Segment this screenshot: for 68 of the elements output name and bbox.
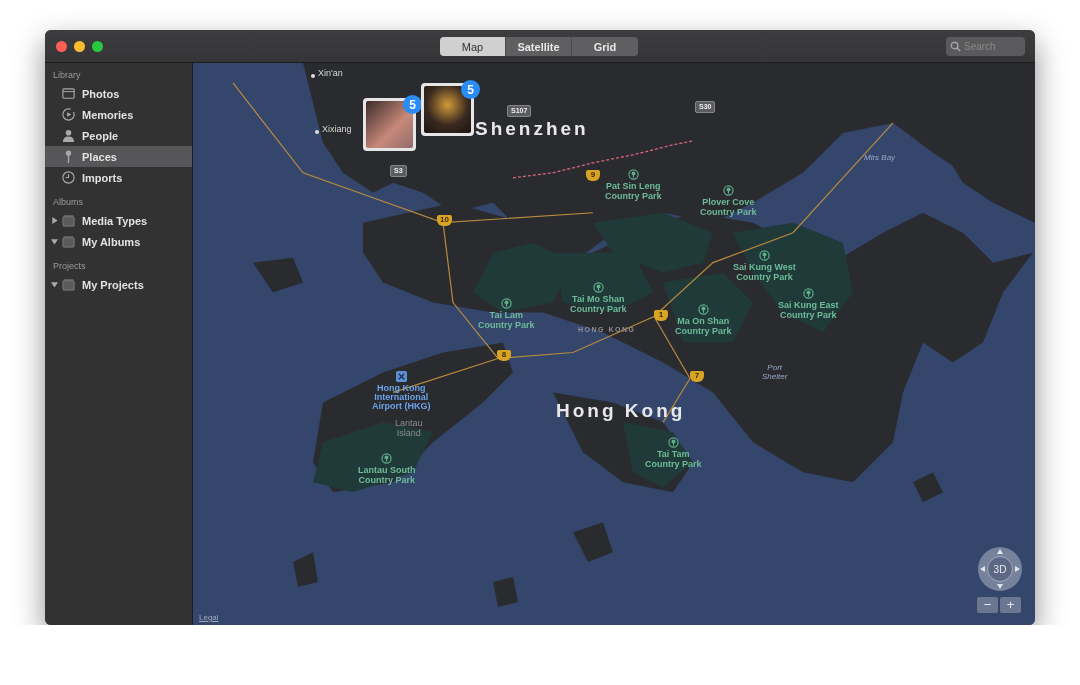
tree-icon [667,437,679,448]
highway-shield: 9 [586,170,600,181]
tree-icon [627,169,639,180]
park-label: Sai Kung West Country Park [733,263,796,283]
tree-icon [500,298,512,309]
highway-shield: 1 [654,310,668,321]
park-label: Tai Tam Country Park [645,450,702,470]
compass-arrows-icon [978,547,1022,591]
park-label: Sai Kung East Country Park [778,301,839,321]
folder-stack-icon [61,277,76,292]
tree-icon [758,250,770,261]
town-label: Xixiang [322,125,352,135]
water-label: Port Shelter [762,364,788,382]
view-tab[interactable]: Satellite [506,37,572,56]
island-label: Lantau Island [395,419,423,439]
park-label: Tai Mo Shan Country Park [570,295,627,315]
tree-icon [592,282,604,293]
water-label: Mirs Bay [864,154,896,163]
view-tab[interactable]: Grid [572,37,638,56]
sidebar-item[interactable]: Memories [45,104,192,125]
tree-icon [697,304,709,315]
sidebar-item[interactable]: Places [45,146,192,167]
highway-shield: 7 [690,371,704,382]
section-heading: Albums [52,196,84,209]
expanded-triangle-icon[interactable] [51,238,58,245]
town-dot-icon [315,130,319,134]
sidebar-item[interactable]: Photos [45,83,192,104]
folder-stack-icon [61,213,76,228]
expanded-triangle-icon[interactable] [51,281,58,288]
highway-shield: 10 [437,215,452,226]
person-icon [61,128,76,143]
city-label: Shenzhen [475,119,589,140]
photo-pin[interactable] [421,83,474,136]
airplane-icon [395,371,407,382]
sidebar-item[interactable]: People [45,125,192,146]
town-dot-icon [311,74,315,78]
park-label: Lantau South Country Park [358,466,416,486]
section-heading: Projects [52,260,87,273]
zoom-in-button[interactable]: + [1000,597,1021,613]
legal-link[interactable]: Legal [199,613,219,622]
collapsed-triangle-icon[interactable] [51,217,58,224]
sidebar-item[interactable]: Imports [45,167,192,188]
sidebar-item[interactable]: My Projects [45,274,192,295]
view-tab[interactable]: Map [440,37,506,56]
photo-stack-icon [61,86,76,101]
search-icon [950,40,961,52]
park-label: Pat Sin Leng Country Park [605,182,662,202]
minimize-button[interactable] [74,40,85,52]
zoom-button[interactable] [92,40,103,52]
town-label: Xin'an [318,69,343,79]
photo-pin[interactable] [363,98,416,151]
clock-icon [61,170,76,185]
section-heading: Library [52,69,82,82]
zoom-out-button[interactable]: − [977,597,998,613]
folder-stack-icon [61,234,76,249]
park-label: Ma On Shan Country Park [675,317,732,337]
park-label: Plover Cove Country Park [700,198,757,218]
sidebar-item[interactable]: My Albums [45,231,192,252]
close-button[interactable] [56,40,67,52]
park-label: Tai Lam Country Park [478,311,535,331]
tree-icon [722,185,734,196]
tree-icon [381,453,393,464]
highway-shield: 8 [497,350,511,361]
play-circle-icon [61,107,76,122]
airport-label: Hong Kong International Airport (HKG) [372,384,431,411]
tree-icon [802,288,814,299]
compass-label: 3D [987,556,1013,582]
sidebar-item[interactable]: Media Types [45,210,192,231]
